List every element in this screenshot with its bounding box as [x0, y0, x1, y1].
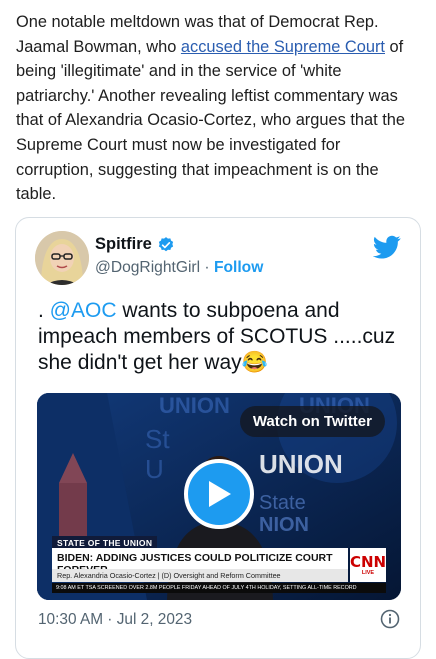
author-name[interactable]: Spitfire	[95, 235, 152, 254]
svg-text:State: State	[259, 492, 306, 514]
tweet-text: . @AOC wants to subpoena and impeach mem…	[38, 298, 408, 376]
video-thumbnail[interactable]: UNION UNION St U UNION State NION Watch …	[37, 393, 401, 600]
author-handle[interactable]: @DogRightGirl	[95, 259, 200, 276]
tweet-timestamp[interactable]: 10:30 AM · Jul 2, 2023	[38, 611, 192, 629]
watch-on-twitter-button[interactable]: Watch on Twitter	[239, 406, 385, 437]
avatar[interactable]	[35, 231, 89, 285]
chyron-subline: Rep. Alexandria Ocasio-Cortez | (D) Over…	[52, 569, 348, 582]
info-icon[interactable]	[380, 609, 400, 629]
twitter-bird-icon[interactable]	[373, 233, 401, 261]
article-link[interactable]: accused the Supreme Court	[181, 38, 385, 56]
author-row: Spitfire	[95, 235, 175, 254]
separator: ·	[200, 259, 214, 276]
article-paragraph: One notable meltdown was that of Democra…	[16, 10, 422, 207]
cnn-logo: CNN LIVE	[350, 548, 386, 582]
svg-text:UNION: UNION	[259, 449, 343, 479]
embedded-tweet[interactable]: Spitfire @DogRightGirl · Follow . @AOC w…	[15, 217, 421, 659]
follow-button[interactable]: Follow	[214, 259, 263, 276]
play-button[interactable]	[184, 459, 254, 529]
tweet-text-pre: .	[38, 299, 50, 322]
svg-text:U: U	[145, 454, 164, 484]
svg-text:St: St	[145, 424, 170, 454]
verified-badge-icon	[158, 236, 173, 251]
bg-union-text: UNION	[159, 393, 230, 418]
handle-row: @DogRightGirl · Follow	[95, 259, 263, 277]
chyron: STATE OF THE UNION BIDEN: ADDING JUSTICE…	[37, 528, 401, 600]
mention-link[interactable]: @AOC	[50, 299, 117, 322]
news-ticker: 9:08 AM ET TSA SCREENED OVER 2.8M PEOPLE…	[52, 583, 386, 593]
article-text-2: of being 'illegitimate' and in the servi…	[16, 37, 406, 204]
cnn-logo-text: CNN	[349, 552, 387, 571]
live-label: LIVE	[361, 569, 375, 576]
play-icon	[209, 481, 231, 507]
